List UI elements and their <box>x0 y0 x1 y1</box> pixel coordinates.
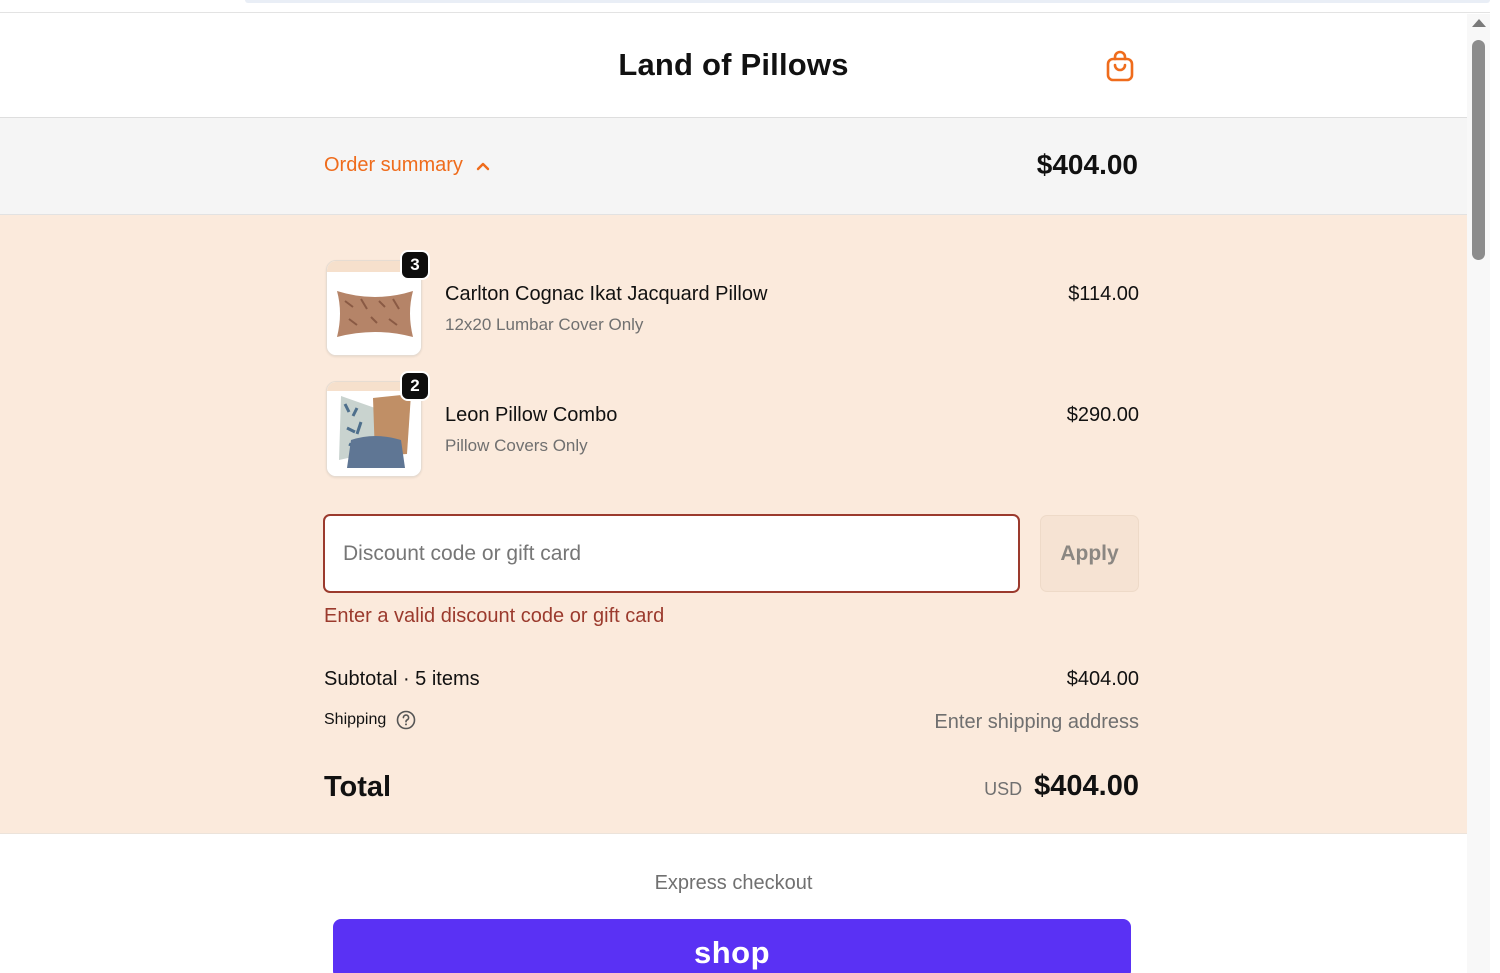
shop-pay-button[interactable]: shop <box>333 919 1131 973</box>
cart-button[interactable] <box>1102 48 1138 84</box>
item-name: Carlton Cognac Ikat Jacquard Pillow <box>445 283 768 305</box>
item-variant: 12x20 Lumbar Cover Only <box>445 315 644 334</box>
shipping-row: Shipping <box>324 710 416 730</box>
quantity-badge: 3 <box>400 250 430 280</box>
item-variant: Pillow Covers Only <box>445 436 588 455</box>
line-item: 3 Carlton Cognac Ikat Jacquard Pillow 12… <box>324 250 1139 360</box>
item-price: $114.00 <box>1068 283 1139 305</box>
browser-top-edge <box>0 0 1500 14</box>
question-circle-icon[interactable] <box>396 710 416 730</box>
shopping-bag-icon <box>1106 50 1134 82</box>
currency-code: USD <box>984 779 1023 799</box>
quantity-badge: 2 <box>400 371 430 401</box>
discount-error-message: Enter a valid discount code or gift card <box>324 605 665 627</box>
shipping-value: Enter shipping address <box>934 711 1139 733</box>
item-name: Leon Pillow Combo <box>445 404 618 426</box>
store-title[interactable]: Land of Pillows <box>0 47 1467 83</box>
order-summary-label: Order summary <box>324 154 463 176</box>
subtotal-value: $404.00 <box>1066 668 1139 690</box>
scroll-up-arrow[interactable] <box>1472 19 1486 27</box>
total-row: USD $404.00 <box>984 770 1139 803</box>
order-summary-toggle[interactable]: Order summary <box>324 154 491 177</box>
shipping-label: Shipping <box>324 711 387 728</box>
checkout-header: Land of Pillows <box>0 14 1467 118</box>
order-summary-total: $404.00 <box>1036 149 1138 180</box>
divider <box>0 12 1490 13</box>
browser-tab-strip <box>245 0 1490 3</box>
total-value: $404.00 <box>1034 770 1139 802</box>
discount-code-input[interactable] <box>323 514 1020 593</box>
express-checkout-label: Express checkout <box>654 872 813 894</box>
apply-discount-button[interactable]: Apply <box>1040 515 1139 592</box>
scrollbar-thumb[interactable] <box>1472 40 1485 260</box>
order-summary-bar: Order summary $404.00 <box>0 118 1467 215</box>
line-item: 2 Leon Pillow Combo Pillow Covers Only $… <box>324 371 1139 481</box>
total-label: Total <box>324 771 392 803</box>
chevron-up-icon <box>476 162 490 170</box>
shop-pay-logo: shop <box>693 935 771 970</box>
scrollbar[interactable] <box>1467 14 1490 973</box>
subtotal-label: Subtotal · 5 items <box>324 668 480 690</box>
item-price: $290.00 <box>1066 404 1139 426</box>
